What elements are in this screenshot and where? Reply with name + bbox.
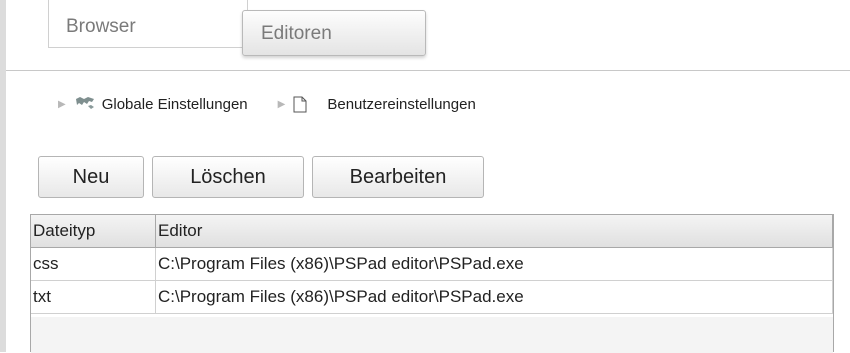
tab-bar: Browser Editoren [6,0,850,71]
tab-editoren[interactable]: Editoren [242,10,426,56]
column-header-editor[interactable]: Editor [155,215,833,248]
breadcrumb-label-global: Globale Einstellungen [101,95,248,113]
map-icon [75,97,94,109]
cell-editor-path[interactable]: C:\Program Files (x86)\PSPad editor\PSPa… [155,280,833,314]
cell-editor-path[interactable]: C:\Program Files (x86)\PSPad editor\PSPa… [155,247,833,281]
tab-browser[interactable]: Browser [48,0,248,48]
table-empty-area [31,317,833,353]
breadcrumb: ▶ Globale Einstellungen ▶ Benutzereinste… [58,92,476,116]
triangle-right-icon: ▶ [58,98,66,110]
cell-filetype[interactable]: txt [31,280,156,314]
new-button[interactable]: Neu [38,156,144,198]
cell-filetype[interactable]: css [31,247,156,281]
breadcrumb-label-user: Benutzereinstellungen [327,95,476,113]
delete-button[interactable]: Löschen [152,156,304,198]
editor-table: Dateityp Editor css C:\Program Files (x8… [30,214,834,353]
table-header-row: Dateityp Editor [31,215,833,248]
breadcrumb-global[interactable]: ▶ Globale Einstellungen [58,96,248,113]
column-header-dateityp[interactable]: Dateityp [31,215,156,248]
breadcrumb-user[interactable]: ▶ Benutzereinstellungen [278,96,476,113]
document-icon [293,96,307,112]
table-row[interactable]: txt C:\Program Files (x86)\PSPad editor\… [31,280,833,314]
triangle-right-icon: ▶ [277,98,286,110]
table-row[interactable]: css C:\Program Files (x86)\PSPad editor\… [31,247,833,281]
edit-button[interactable]: Bearbeiten [312,156,484,198]
